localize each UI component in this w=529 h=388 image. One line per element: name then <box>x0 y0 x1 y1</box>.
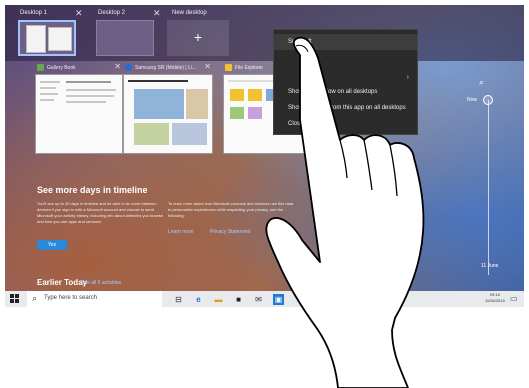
image-thumbnail <box>248 107 262 119</box>
window-card-samsung[interactable]: Samsung SR (Mobile) | Li... ✕ <box>123 62 213 154</box>
window-header: Gallery Book ✕ <box>35 62 123 74</box>
taskbar-clock[interactable]: 09:16 11/06/2019 <box>485 292 505 304</box>
window-thumbnail[interactable] <box>123 74 213 154</box>
menu-item-show-window-all-desktops[interactable]: Show this window on all desktops <box>274 84 417 100</box>
virtual-desktops-strip: Desktop 1 ✕ Desktop 2 ✕ New desktop + <box>5 5 524 61</box>
timeline-scrub-handle[interactable] <box>483 95 493 105</box>
image-thumbnail <box>230 107 244 119</box>
timeline-promo: See more days in timeline You'll see up … <box>5 155 524 265</box>
clock-date: 11/06/2019 <box>485 298 505 303</box>
desktop-1[interactable]: Desktop 1 ✕ <box>15 8 85 58</box>
image-thumbnail <box>134 123 169 145</box>
window-title: Gallery Book <box>47 65 76 71</box>
window-card-gallery-book[interactable]: Gallery Book ✕ <box>35 62 123 154</box>
folder-icon <box>225 64 232 71</box>
search-icon[interactable]: ⌕ <box>479 77 484 88</box>
earlier-today-heading: Earlier Today <box>37 278 88 287</box>
mail-icon[interactable]: ✉ <box>253 294 264 305</box>
app-icon <box>125 64 132 71</box>
search-placeholder: Type here to search <box>44 295 98 301</box>
window-title: File Explorer <box>235 65 264 71</box>
image-thumbnail <box>134 89 184 119</box>
task-view-icon[interactable]: ⊟ <box>173 294 184 305</box>
promo-title: See more days in timeline <box>37 185 148 195</box>
close-icon[interactable]: ✕ <box>75 8 83 19</box>
learn-more-link[interactable]: Learn more <box>168 229 194 235</box>
promo-body: You'll see up to 30 days in timeline and… <box>37 201 163 224</box>
timeline-date-label: 11 June <box>481 263 499 269</box>
menu-item-label: Snap left <box>288 39 312 45</box>
taskbar-search-box[interactable]: ⌕ Type here to search <box>27 291 162 307</box>
image-thumbnail <box>186 89 208 119</box>
menu-item-close[interactable]: Close <box>274 116 417 132</box>
new-desktop[interactable]: New desktop + <box>167 8 233 58</box>
image-thumbnail <box>172 123 207 145</box>
desktop-1-thumbnail[interactable] <box>18 20 76 56</box>
menu-item-show-app-all-desktops[interactable]: Show windows from this app on all deskto… <box>274 100 417 116</box>
menu-item-label: Show this window on all desktops <box>288 89 378 95</box>
window-thumbnail[interactable] <box>35 74 123 154</box>
task-view-screen: Desktop 1 ✕ Desktop 2 ✕ New desktop + Ga… <box>5 5 524 307</box>
menu-item-snap-left[interactable]: Snap left <box>274 34 417 50</box>
menu-item-label: Close <box>288 121 304 127</box>
taskbar: ⌕ Type here to search ⊟ e ▬ ■ ✉ ▣ 09:16 … <box>5 291 524 307</box>
window-header: Samsung SR (Mobile) | Li... ✕ <box>123 62 213 74</box>
edge-icon[interactable]: e <box>193 294 204 305</box>
plus-icon[interactable]: + <box>167 20 229 56</box>
file-explorer-icon[interactable]: ▬ <box>213 294 224 305</box>
app-icon <box>37 64 44 71</box>
windows-start-icon[interactable] <box>10 294 20 304</box>
timeline-scrollbar[interactable] <box>488 100 489 275</box>
app-icon[interactable]: ▣ <box>273 294 284 305</box>
window-context-menu: Snap left › Show this window on all desk… <box>273 29 418 135</box>
desktop-1-label: Desktop 1 <box>20 10 48 16</box>
window-title: Samsung SR (Mobile) | Li... <box>135 65 197 71</box>
desktop-2-label: Desktop 2 <box>98 10 126 16</box>
notification-icon[interactable]: ▭ <box>510 294 518 303</box>
close-icon[interactable]: ✕ <box>114 62 121 71</box>
search-icon: ⌕ <box>32 293 38 303</box>
close-icon[interactable]: ✕ <box>204 62 211 71</box>
folder-icon <box>230 89 244 101</box>
desktop-2-thumbnail[interactable] <box>96 20 154 56</box>
yes-button[interactable]: Yes <box>37 240 67 250</box>
screenshot-stage: Desktop 1 ✕ Desktop 2 ✕ New desktop + Ga… <box>0 0 529 388</box>
desktop-2[interactable]: Desktop 2 ✕ <box>93 8 163 58</box>
see-all-activities-link[interactable]: See all 6 activities <box>81 280 121 286</box>
privacy-statement-link[interactable]: Privacy Statement <box>210 229 251 235</box>
store-icon[interactable]: ■ <box>233 294 244 305</box>
new-desktop-label: New desktop <box>172 10 207 16</box>
folder-icon <box>248 89 262 101</box>
timeline-now-label: Now <box>467 97 478 103</box>
close-icon[interactable]: ✕ <box>153 8 161 19</box>
menu-item-label: Show windows from this app on all deskto… <box>288 105 406 111</box>
promo-side-text: To learn more about how Microsoft produc… <box>168 201 294 218</box>
